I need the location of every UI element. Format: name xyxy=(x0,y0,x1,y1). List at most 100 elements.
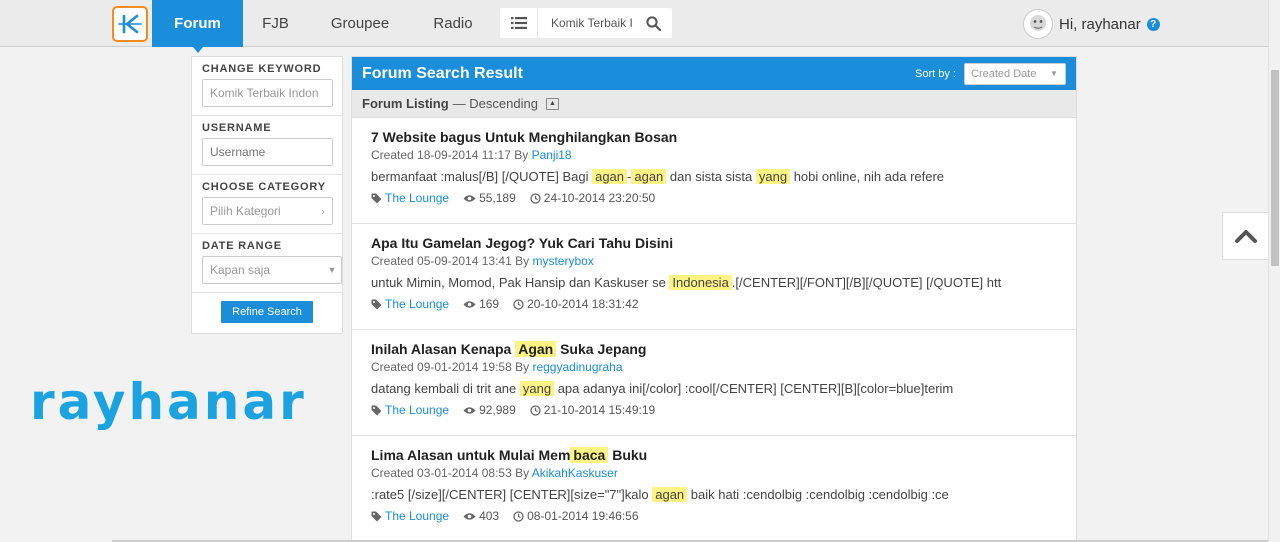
results-title: Forum Search Result xyxy=(362,64,523,82)
thread-title-text: Suka Jepang xyxy=(556,341,647,357)
chevron-right-icon: › xyxy=(321,206,325,216)
view-count: 169 xyxy=(463,297,499,311)
listing-label: Forum Listing xyxy=(362,96,449,111)
eye-icon xyxy=(463,194,476,202)
thread-title-text: Apa Itu Gamelan Jegog? Yuk Cari Tahu Dis… xyxy=(371,235,674,251)
result-item: Apa Itu Gamelan Jegog? Yuk Cari Tahu Dis… xyxy=(352,224,1076,330)
view-count-value: 169 xyxy=(479,297,500,311)
username-input[interactable] xyxy=(202,138,333,166)
help-icon[interactable]: ? xyxy=(1146,17,1160,31)
date-range-select-value: Kapan saja xyxy=(210,263,271,277)
nav-radio[interactable]: Radio xyxy=(412,0,494,47)
sort-select[interactable]: Created Date ▼ xyxy=(964,62,1066,85)
filter-category-title: CHOOSE CATEGORY xyxy=(202,181,326,193)
snippet-text: .[/CENTER][/FONT][/B][/QUOTE] [/QUOTE] h… xyxy=(731,275,1002,290)
author-link[interactable]: reggyadinugraha xyxy=(532,360,622,374)
results-list: 7 Website bagus Untuk Menghilangkan Bosa… xyxy=(352,118,1076,541)
chevron-down-icon: ▼ xyxy=(1050,69,1058,78)
avatar-icon xyxy=(1030,15,1046,31)
thread-title-link[interactable]: Inilah Alasan Kenapa Agan Suka Jepang xyxy=(371,340,1057,358)
kaskus-logo-icon xyxy=(118,14,142,34)
search-filters: CHANGE KEYWORD USERNAME CHOOSE CATEGORY … xyxy=(191,56,343,334)
keyword-highlight: agan xyxy=(631,169,667,184)
thread-snippet: bermanfaat :malus[/B] [/QUOTE] Bagi agan… xyxy=(371,168,1057,186)
clock-icon xyxy=(530,192,541,204)
scrollbar-thumb[interactable] xyxy=(1271,70,1279,266)
eye-icon xyxy=(463,512,476,520)
author-link[interactable]: AkikahKaskuser xyxy=(532,466,618,480)
thread-title-text: Lima Alasan untuk Mulai Mem xyxy=(371,447,571,463)
filter-username-title: USERNAME xyxy=(202,122,272,134)
date-range-select[interactable]: Kapan saja ▼ xyxy=(202,256,342,284)
snippet-text: baik hati :cendolbig :cendolbig :cendolb… xyxy=(687,487,949,502)
category-select[interactable]: Pilih Kategori › xyxy=(202,197,333,225)
snippet-text: datang kembali di trit ane xyxy=(371,381,520,396)
thread-meta: Created 03-01-2014 08:53 By AkikahKaskus… xyxy=(371,465,1057,481)
sort-control: Sort by : Created Date ▼ xyxy=(915,62,1066,85)
search-menu-button[interactable] xyxy=(500,8,538,38)
thread-stats: The Lounge 403 08-01-2014 19:46:56 xyxy=(371,508,1057,524)
snippet-text: dan sista sista xyxy=(666,169,756,184)
snippet-text: hobi online, nih ada refere xyxy=(790,169,945,184)
main-nav: Forum FJB Groupee Radio xyxy=(152,0,494,53)
tag-icon xyxy=(371,299,382,309)
results-header: Forum Search Result Sort by : Created Da… xyxy=(352,57,1076,90)
eye-icon xyxy=(463,300,476,308)
created-info: Created 09-01-2014 19:58 By xyxy=(371,360,530,374)
nav-fjb[interactable]: FJB xyxy=(243,0,308,47)
author-link[interactable]: Panji18 xyxy=(532,148,572,162)
snippet-text: untuk Mimin, Momod, Pak Hansip dan Kasku… xyxy=(371,275,670,290)
user-menu[interactable]: Hi, rayhanar ? xyxy=(1023,9,1160,39)
user-greeting: Hi, rayhanar xyxy=(1059,15,1141,33)
nav-forum[interactable]: Forum xyxy=(152,0,243,53)
view-count-value: 403 xyxy=(479,509,500,523)
collapse-toggle-icon[interactable]: ▲ xyxy=(545,97,559,110)
keyword-highlight: Agan xyxy=(515,341,557,357)
category-link[interactable]: The Lounge xyxy=(385,191,449,205)
result-item: 7 Website bagus Untuk Menghilangkan Bosa… xyxy=(352,118,1076,224)
thread-meta: Created 18-09-2014 11:17 By Panji18 xyxy=(371,147,1057,163)
thread-title-text: 7 Website bagus Untuk Menghilangkan Bosa… xyxy=(371,129,678,145)
snippet-text: :rate5 [/size][/CENTER] [CENTER][size="7… xyxy=(371,487,653,502)
author-link[interactable]: mysterybox xyxy=(532,254,593,268)
filter-keyword: CHANGE KEYWORD xyxy=(192,57,342,116)
thread-snippet: untuk Mimin, Momod, Pak Hansip dan Kasku… xyxy=(371,274,1057,292)
thread-meta: Created 05-09-2014 13:41 By mysterybox xyxy=(371,253,1057,269)
avatar[interactable] xyxy=(1023,9,1053,39)
nav-groupee[interactable]: Groupee xyxy=(308,0,412,47)
thread-title-text: Buku xyxy=(608,447,648,463)
filter-date-range: DATE RANGE Kapan saja ▼ xyxy=(192,234,342,293)
search-input[interactable] xyxy=(538,9,638,37)
page-scrollbar[interactable] xyxy=(1268,0,1280,542)
view-count-value: 55,189 xyxy=(479,191,516,205)
thread-stats: The Lounge 55,189 24-10-2014 23:20:50 xyxy=(371,190,1057,206)
back-to-top-button[interactable] xyxy=(1222,212,1270,260)
tag-icon xyxy=(371,193,382,203)
category-link[interactable]: The Lounge xyxy=(385,509,449,523)
snippet-text: apa adanya ini[/color] :cool[/CENTER] [C… xyxy=(554,381,954,396)
keyword-highlight: agan xyxy=(592,169,628,184)
category-link[interactable]: The Lounge xyxy=(385,403,449,417)
keyword-highlight: baca xyxy=(570,447,609,463)
last-post-value: 08-01-2014 19:46:56 xyxy=(527,509,639,523)
keyword-input[interactable] xyxy=(202,79,333,107)
snippet-text: bermanfaat :malus[/B] [/QUOTE] Bagi xyxy=(371,169,593,184)
thread-title-link[interactable]: Apa Itu Gamelan Jegog? Yuk Cari Tahu Dis… xyxy=(371,234,1057,252)
kaskus-logo[interactable] xyxy=(112,6,148,42)
last-post-time: 24-10-2014 23:20:50 xyxy=(530,191,655,205)
view-count: 55,189 xyxy=(463,191,516,205)
last-post-time: 21-10-2014 15:49:19 xyxy=(530,403,655,417)
thread-title-link[interactable]: 7 Website bagus Untuk Menghilangkan Bosa… xyxy=(371,128,1057,146)
keyword-highlight: yang xyxy=(755,169,791,184)
category-select-value: Pilih Kategori xyxy=(210,204,281,218)
category-link[interactable]: The Lounge xyxy=(385,297,449,311)
sort-label: Sort by : xyxy=(915,67,956,80)
search-button[interactable] xyxy=(638,15,668,31)
view-count-value: 92,989 xyxy=(479,403,516,417)
thread-snippet: datang kembali di trit ane yang apa adan… xyxy=(371,380,1057,398)
filter-keyword-title: CHANGE KEYWORD xyxy=(202,63,322,75)
thread-title-link[interactable]: Lima Alasan untuk Mulai Mem baca Buku xyxy=(371,446,1057,464)
refine-search-button[interactable]: Refine Search xyxy=(221,301,313,323)
thread-snippet: :rate5 [/size][/CENTER] [CENTER][size="7… xyxy=(371,486,1057,504)
thread-meta: Created 09-01-2014 19:58 By reggyadinugr… xyxy=(371,359,1057,375)
